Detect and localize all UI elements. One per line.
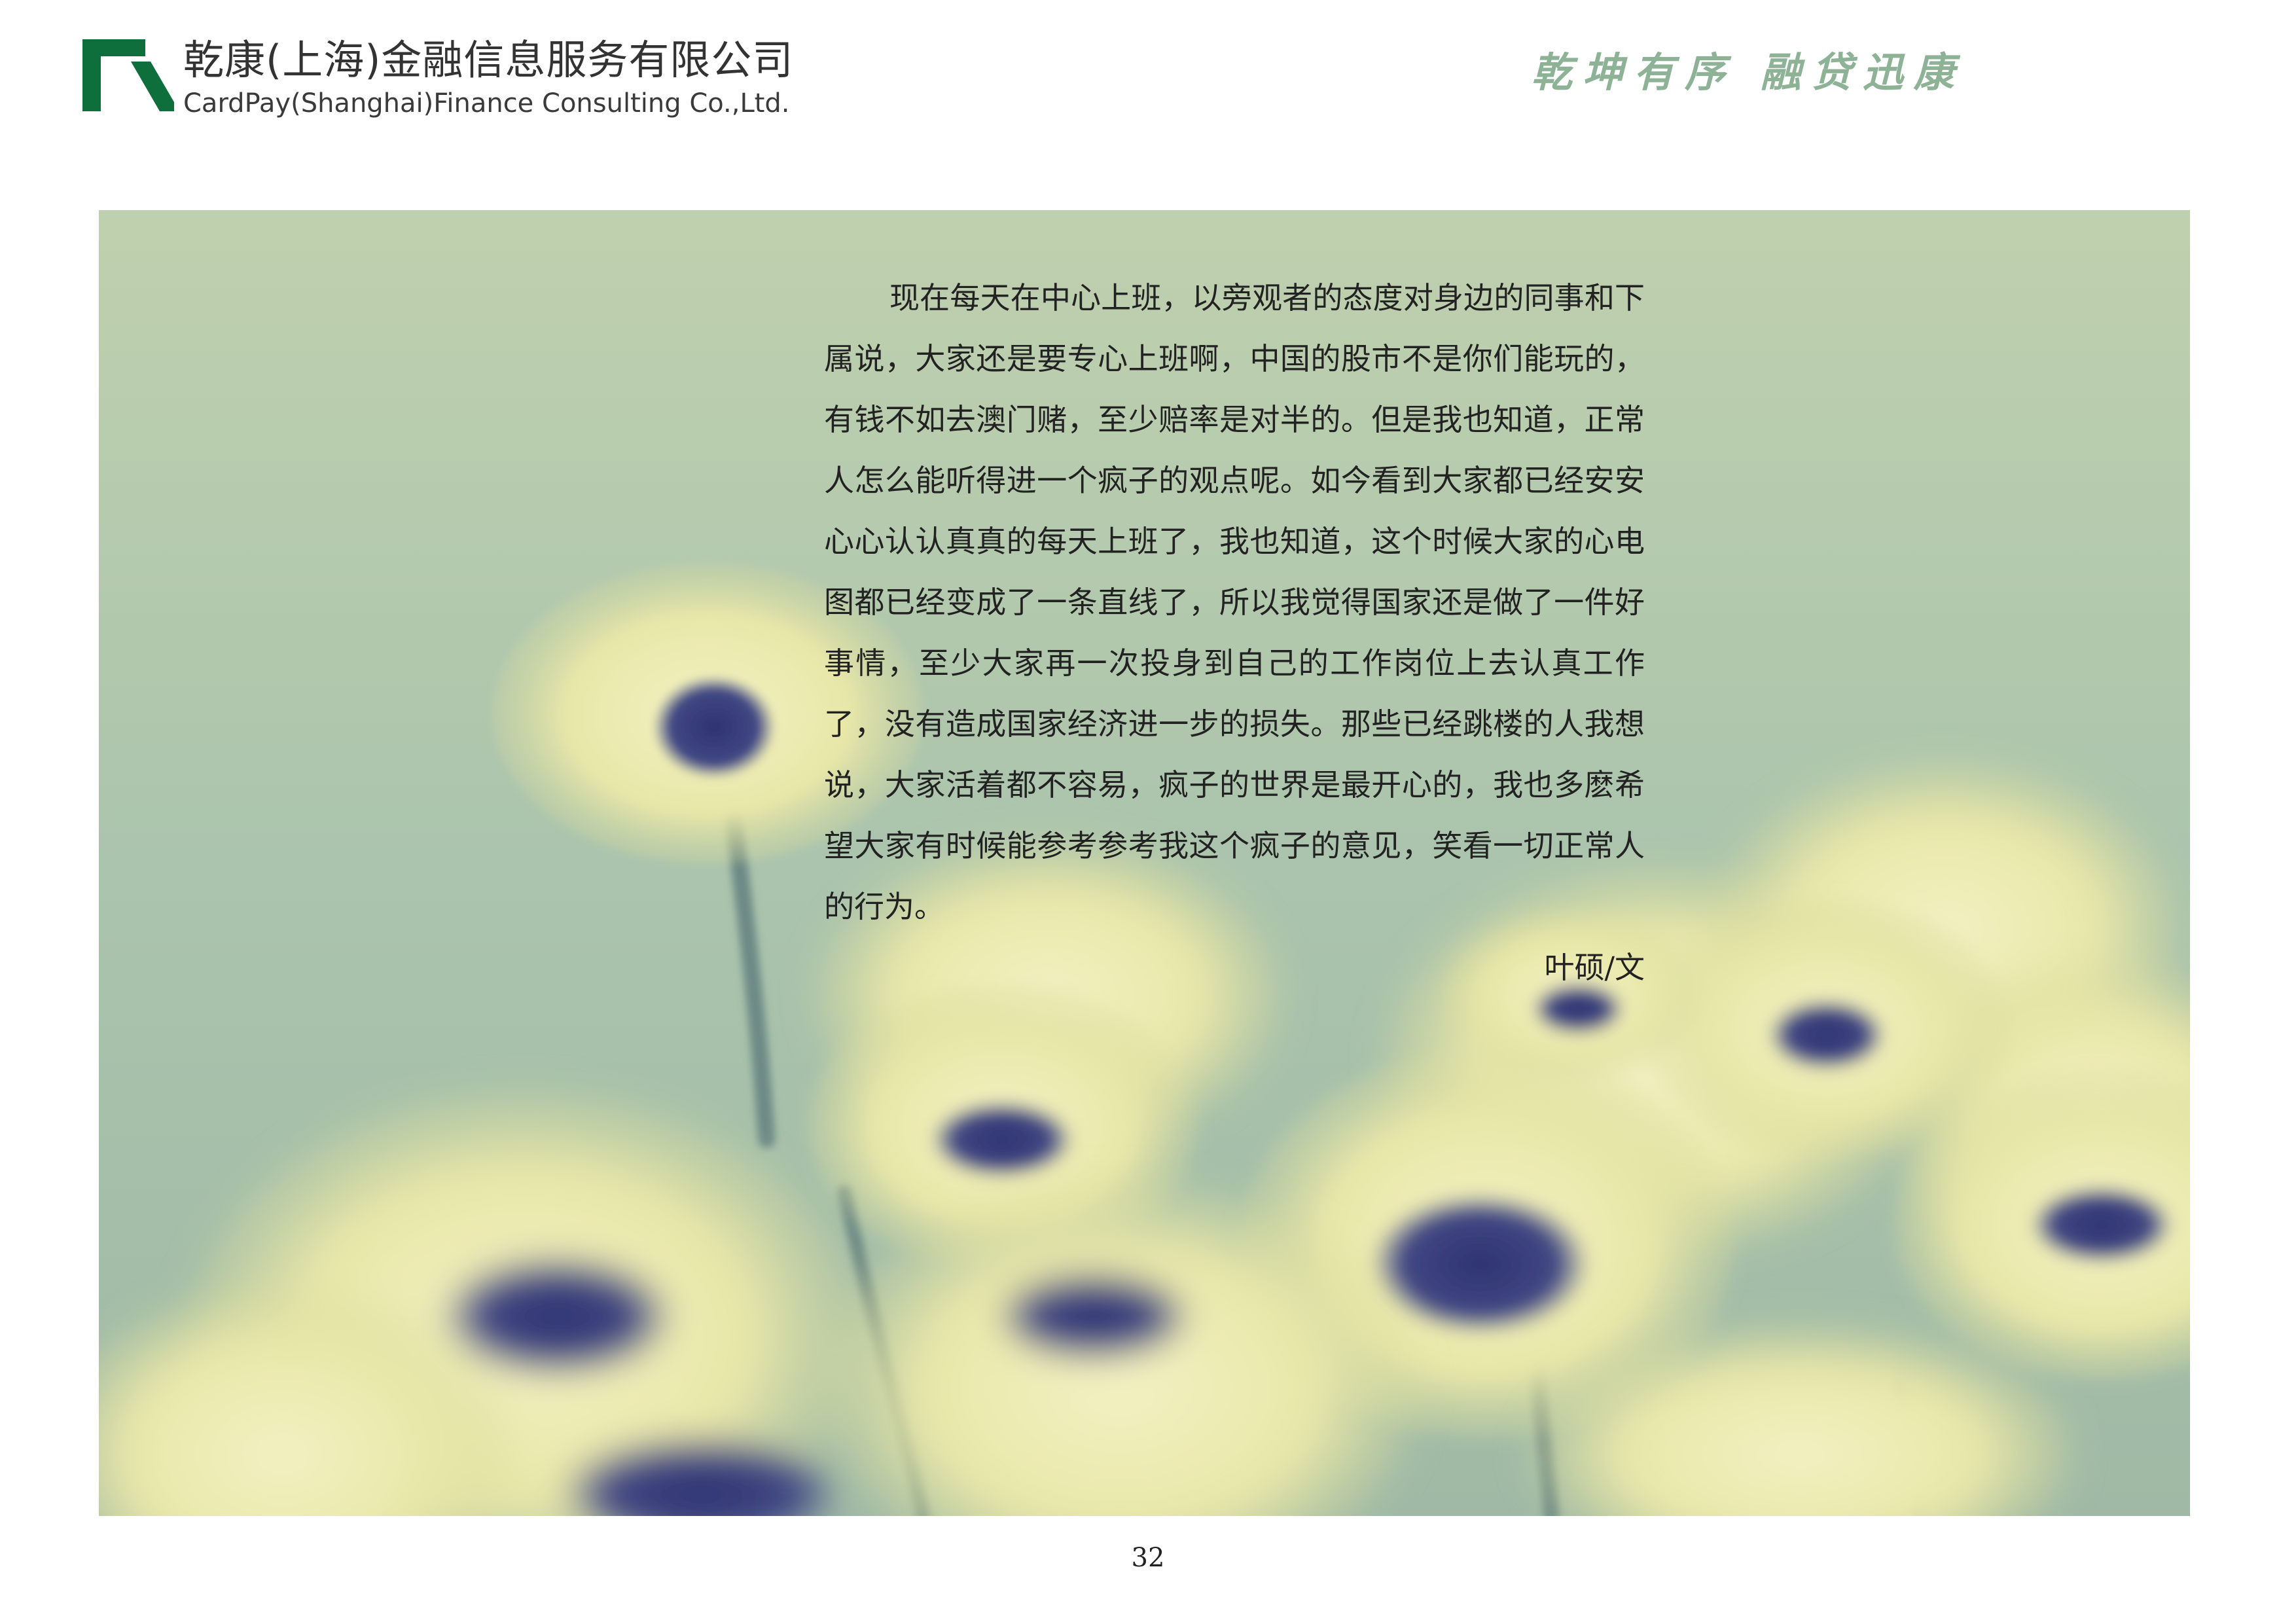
page-number: 32 — [1131, 1543, 1165, 1573]
essay-text: 现在每天在中心上班，以旁观者的态度对身边的同事和下属说，大家还是要专心上班啊，中… — [824, 268, 1645, 937]
company-logo-icon — [82, 39, 174, 111]
company-name-cn: 乾康(上海)金融信息服务有限公司 — [183, 36, 794, 84]
slogan: 乾坤有序 融贷迅康 — [1532, 48, 1965, 96]
essay-paragraph: 现在每天在中心上班，以旁观者的态度对身边的同事和下属说，大家还是要专心上班啊，中… — [824, 280, 1645, 924]
company-name-en: CardPay(Shanghai)Finance Consulting Co.,… — [183, 88, 790, 118]
author-signature: 叶硕/文 — [1544, 950, 1645, 985]
